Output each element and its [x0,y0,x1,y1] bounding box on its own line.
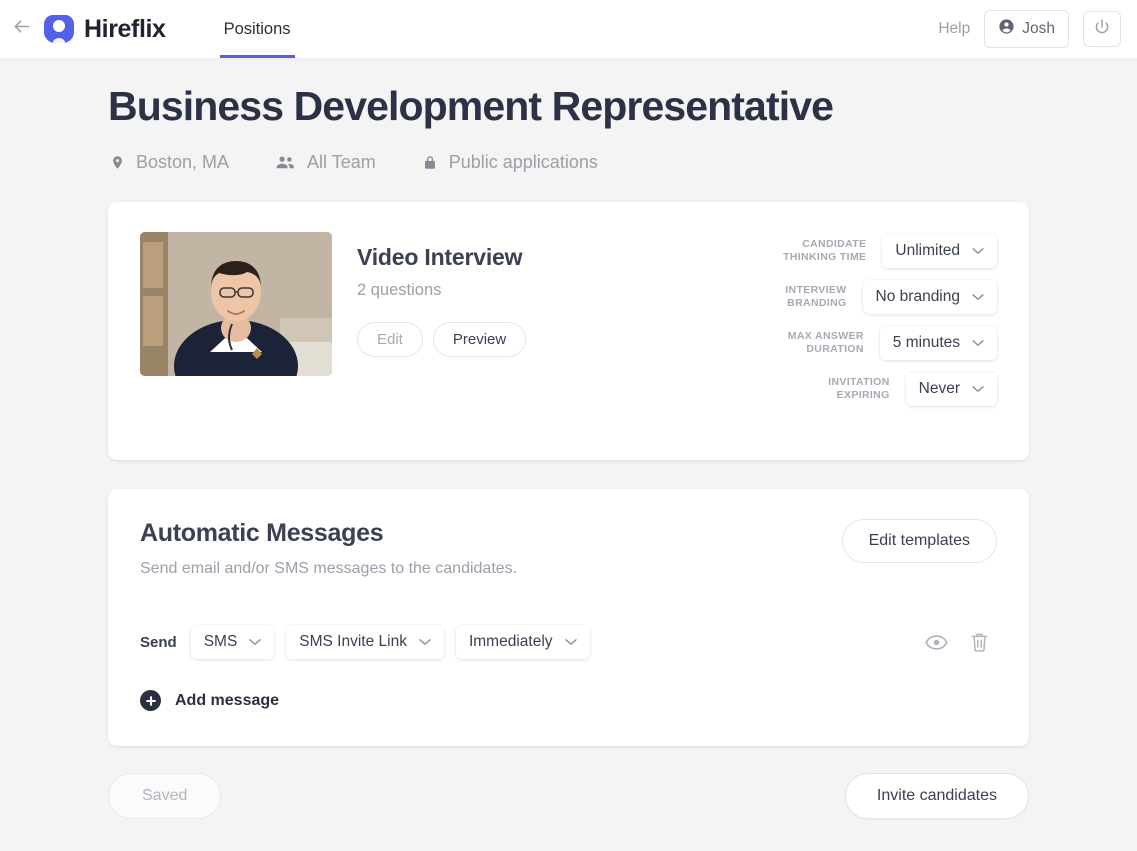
meta-visibility-label: Public applications [449,152,598,173]
interview-info: Video Interview 2 questions Edit Preview [357,232,526,430]
message-row-actions [925,632,997,653]
back-button[interactable] [4,16,38,42]
select-message-template[interactable]: SMS Invite Link [286,625,444,659]
select-message-timing[interactable]: Immediately [456,625,590,659]
setting-label-thinking-time: CANDIDATE THINKING TIME [783,238,866,265]
select-thinking-time[interactable]: Unlimited [882,234,997,268]
chevron-down-icon [972,293,984,301]
interview-thumbnail[interactable] [140,232,332,376]
select-message-template-value: SMS Invite Link [299,633,407,651]
edit-interview-button[interactable]: Edit [357,322,423,357]
preview-message-button[interactable] [925,634,948,651]
main-nav: Positions [220,0,295,58]
add-message-label: Add message [175,692,279,710]
automatic-messages-subtitle: Send email and/or SMS messages to the ca… [140,560,517,578]
people-icon [275,154,296,171]
meta-location-label: Boston, MA [136,152,229,173]
setting-interview-branding: INTERVIEW BRANDING No branding [719,280,997,314]
trash-icon [970,632,989,653]
setting-candidate-thinking-time: CANDIDATE THINKING TIME Unlimited [719,234,997,268]
chevron-down-icon [972,339,984,347]
brand-name: Hireflix [84,15,166,44]
automatic-messages-header: Automatic Messages Send email and/or SMS… [140,519,997,578]
location-pin-icon [110,153,125,172]
top-bar-actions: Help Josh [938,10,1121,48]
page-title: Business Development Representative [108,83,1029,130]
setting-invitation-expiring: INVITATION EXPIRING Never [719,372,997,406]
interview-question-count: 2 questions [357,281,526,300]
thumbnail-image [140,232,332,376]
edit-templates-button[interactable]: Edit templates [842,519,997,563]
interview-title: Video Interview [357,244,526,271]
select-invitation-expiring-value: Never [919,380,960,398]
chevron-down-icon [972,247,984,255]
brand-logo[interactable]: Hireflix [44,15,166,44]
select-max-answer-duration-value: 5 minutes [893,334,960,352]
page-content: Business Development Representative Bost… [0,83,1137,819]
setting-max-answer-duration: MAX ANSWER DURATION 5 minutes [719,326,997,360]
power-icon [1093,18,1111,41]
account-circle-icon [998,18,1015,40]
hireflix-logo-icon [44,15,74,43]
automatic-messages-title: Automatic Messages [140,519,517,548]
automatic-messages-heading-group: Automatic Messages Send email and/or SMS… [140,519,517,578]
chevron-down-icon [419,638,431,646]
setting-label-invitation-expiring: INVITATION EXPIRING [828,376,889,403]
chevron-down-icon [249,638,261,646]
setting-label-max-duration: MAX ANSWER DURATION [788,330,864,357]
meta-location[interactable]: Boston, MA [110,152,229,173]
arrow-left-icon [11,16,32,42]
meta-team[interactable]: All Team [275,152,376,173]
page-footer: Saved Invite candidates [108,773,1029,819]
select-branding[interactable]: No branding [863,280,997,314]
interview-actions: Edit Preview [357,322,526,357]
chevron-down-icon [972,385,984,393]
message-row: Send SMS SMS Invite Link Immediately [140,625,997,659]
delete-message-button[interactable] [970,632,989,653]
top-navigation-bar: Hireflix Positions Help Josh [0,0,1137,59]
tab-positions[interactable]: Positions [220,0,295,58]
user-name: Josh [1022,20,1055,38]
meta-team-label: All Team [307,152,376,173]
preview-interview-button[interactable]: Preview [433,322,526,357]
select-branding-value: No branding [876,288,960,306]
eye-icon [925,634,948,651]
automatic-messages-card: Automatic Messages Send email and/or SMS… [108,489,1029,746]
setting-label-branding: INTERVIEW BRANDING [785,284,846,311]
select-message-channel[interactable]: SMS [191,625,275,659]
select-thinking-time-value: Unlimited [895,242,960,260]
invite-candidates-button[interactable]: Invite candidates [845,773,1029,819]
lock-icon [422,153,438,172]
select-message-timing-value: Immediately [469,633,553,651]
logout-button[interactable] [1083,11,1121,47]
help-link[interactable]: Help [938,20,970,38]
video-interview-card: Video Interview 2 questions Edit Preview… [108,202,1029,460]
saved-status-button[interactable]: Saved [108,773,221,819]
select-invitation-expiring[interactable]: Never [906,372,997,406]
user-menu-button[interactable]: Josh [984,10,1069,48]
chevron-down-icon [565,638,577,646]
tab-positions-label: Positions [224,20,291,39]
plus-circle-icon [140,690,161,711]
add-message-button[interactable]: Add message [140,690,997,711]
send-label: Send [140,634,177,651]
interview-settings: CANDIDATE THINKING TIME Unlimited INTERV… [719,232,997,430]
meta-visibility[interactable]: Public applications [422,152,598,173]
select-message-channel-value: SMS [204,633,238,651]
select-max-answer-duration[interactable]: 5 minutes [880,326,997,360]
position-meta: Boston, MA All Team Public applications [110,152,1029,173]
